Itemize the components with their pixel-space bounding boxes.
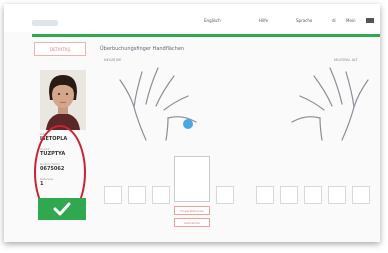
topbar-help[interactable]: Hilfe bbox=[259, 18, 268, 23]
right-hand-diagram[interactable] bbox=[272, 62, 380, 142]
topbar-settings[interactable]: Sprache bbox=[296, 18, 312, 23]
patient-photo bbox=[40, 70, 86, 130]
capture-button[interactable]: Aufnahme bbox=[174, 218, 210, 227]
app-logo bbox=[32, 20, 58, 26]
finger-slot[interactable] bbox=[280, 186, 298, 204]
topbar-account[interactable]: Mein bbox=[346, 18, 356, 23]
progress-bar bbox=[32, 34, 380, 37]
checkmark-icon bbox=[53, 202, 71, 216]
topbar-language[interactable]: Englisch bbox=[204, 18, 221, 23]
finger-slot[interactable] bbox=[216, 186, 234, 204]
finger-slot[interactable] bbox=[352, 186, 370, 204]
fingerprint-button[interactable]: Fingerabdrücke bbox=[174, 206, 210, 215]
topbar-user[interactable]: di bbox=[332, 18, 336, 23]
finger-slot[interactable] bbox=[304, 186, 322, 204]
finger-slot[interactable] bbox=[256, 186, 274, 204]
finger-slot[interactable] bbox=[104, 186, 122, 204]
finger-marker-icon bbox=[183, 119, 193, 129]
finger-slot[interactable] bbox=[328, 186, 346, 204]
page-title: Überbuchungsfinger Handflächen bbox=[100, 46, 185, 52]
finger-slot[interactable] bbox=[152, 186, 170, 204]
top-bar: Englisch Hilfe Sprache di Mein bbox=[4, 4, 380, 32]
menu-icon[interactable] bbox=[366, 18, 374, 23]
scan-preview bbox=[174, 156, 210, 202]
left-hand-diagram[interactable] bbox=[116, 62, 226, 142]
details-button[interactable]: DETAYTAŞ bbox=[34, 42, 86, 56]
confirm-button[interactable] bbox=[38, 198, 86, 220]
patient-sidebar: DETAYTAŞ Adı ISETOPLA Soyadı TUZPTYA Doğ… bbox=[32, 40, 87, 222]
app-window: Englisch Hilfe Sprache di Mein DETAYTAŞ … bbox=[4, 4, 380, 242]
finger-slot[interactable] bbox=[128, 186, 146, 204]
